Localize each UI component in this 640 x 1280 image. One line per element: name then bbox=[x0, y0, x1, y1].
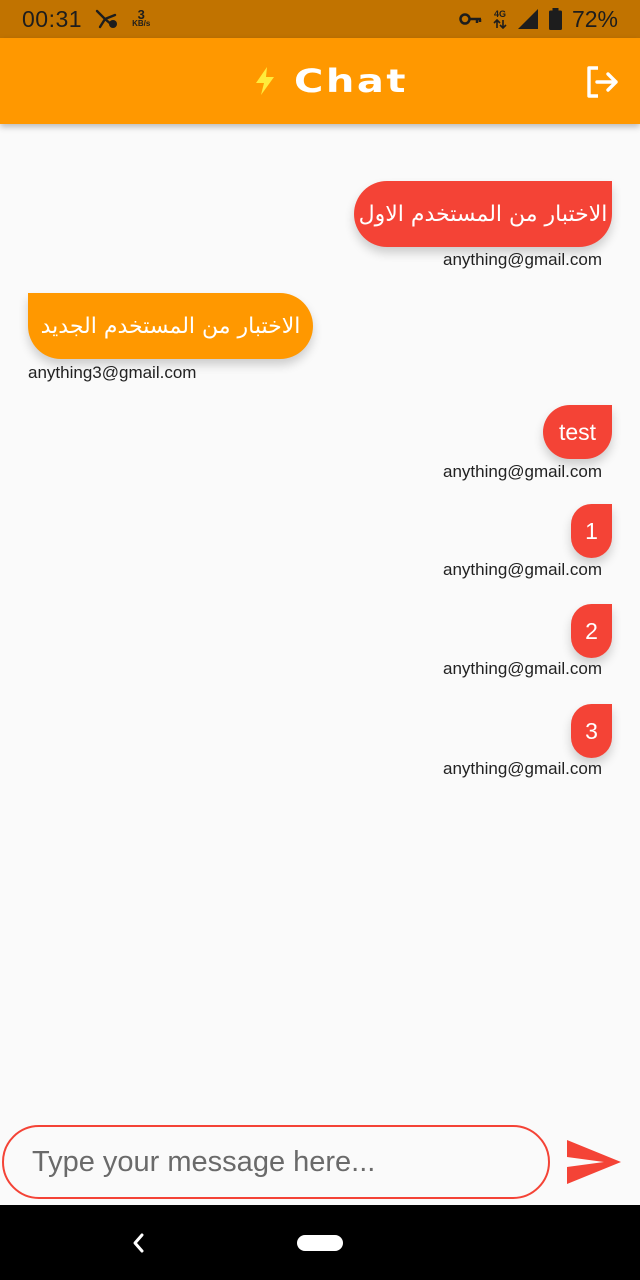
status-left: 00:31 3 KB/s bbox=[22, 6, 150, 33]
message-item: الاختبار من المستخدم الاول anything@gmai… bbox=[0, 124, 640, 274]
message-sender: anything3@gmail.com bbox=[28, 363, 197, 382]
message-text: الاختبار من المستخدم الجديد bbox=[40, 313, 301, 339]
network-speed: 3 KB/s bbox=[132, 7, 151, 28]
data-saver-icon bbox=[95, 9, 118, 29]
network-type: 4G bbox=[493, 9, 507, 29]
message-sender: anything@gmail.com bbox=[443, 759, 602, 778]
network-speed-value: 3 bbox=[137, 7, 145, 22]
status-bar: 00:31 3 KB/s 4G 72% bbox=[0, 0, 640, 38]
message-item: 1 anything@gmail.com bbox=[0, 494, 640, 594]
message-text: 3 bbox=[585, 717, 598, 744]
message-text: test bbox=[558, 418, 597, 445]
back-icon[interactable] bbox=[128, 1229, 148, 1257]
message-item: 3 anything@gmail.com bbox=[0, 694, 640, 794]
status-time: 00:31 bbox=[22, 5, 83, 32]
message-sender: anything@gmail.com bbox=[443, 659, 602, 678]
message-text: 2 bbox=[585, 617, 598, 644]
message-bubble: test bbox=[543, 405, 612, 459]
battery-icon bbox=[548, 8, 562, 30]
message-bubble: 1 bbox=[571, 504, 612, 558]
message-bubble: الاختبار من المستخدم الاول bbox=[354, 181, 612, 247]
battery-percent: 72% bbox=[571, 5, 618, 32]
network-speed-unit: KB/s bbox=[132, 19, 151, 28]
message-item: 2 anything@gmail.com bbox=[0, 594, 640, 694]
message-bubble: الاختبار من المستخدم الجديد bbox=[28, 293, 313, 359]
message-list[interactable]: الاختبار من المستخدم الاول anything@gmai… bbox=[0, 124, 640, 1114]
message-sender: anything@gmail.com bbox=[443, 250, 602, 269]
status-right: 4G 72% bbox=[459, 6, 618, 33]
vpn-key-icon bbox=[459, 13, 482, 25]
message-text: الاختبار من المستخدم الاول bbox=[358, 201, 608, 227]
message-sender: anything@gmail.com bbox=[443, 462, 602, 481]
lightning-bolt-icon bbox=[256, 67, 275, 95]
message-item: الاختبار من المستخدم الجديد anything3@gm… bbox=[0, 274, 640, 384]
send-icon[interactable] bbox=[566, 1138, 622, 1186]
chat-screen: 00:31 3 KB/s 4G 72% Chat الاختبار من الم… bbox=[0, 0, 640, 1280]
app-title: Chat bbox=[294, 62, 409, 100]
message-bubble: 3 bbox=[571, 704, 612, 758]
home-pill-button[interactable] bbox=[297, 1235, 343, 1251]
app-bar: Chat bbox=[0, 38, 640, 124]
signal-icon bbox=[517, 9, 538, 29]
message-composer bbox=[0, 1124, 640, 1204]
message-bubble: 2 bbox=[571, 604, 612, 658]
network-type-label: 4G bbox=[493, 9, 506, 19]
app-title-group: Chat bbox=[254, 62, 406, 100]
message-text: 1 bbox=[585, 517, 598, 544]
data-arrows-icon bbox=[493, 19, 507, 29]
system-nav-bar bbox=[0, 1205, 640, 1280]
message-input[interactable] bbox=[2, 1125, 550, 1199]
logout-icon[interactable] bbox=[584, 64, 620, 100]
message-sender: anything@gmail.com bbox=[443, 560, 602, 579]
message-item: test anything@gmail.com bbox=[0, 384, 640, 494]
